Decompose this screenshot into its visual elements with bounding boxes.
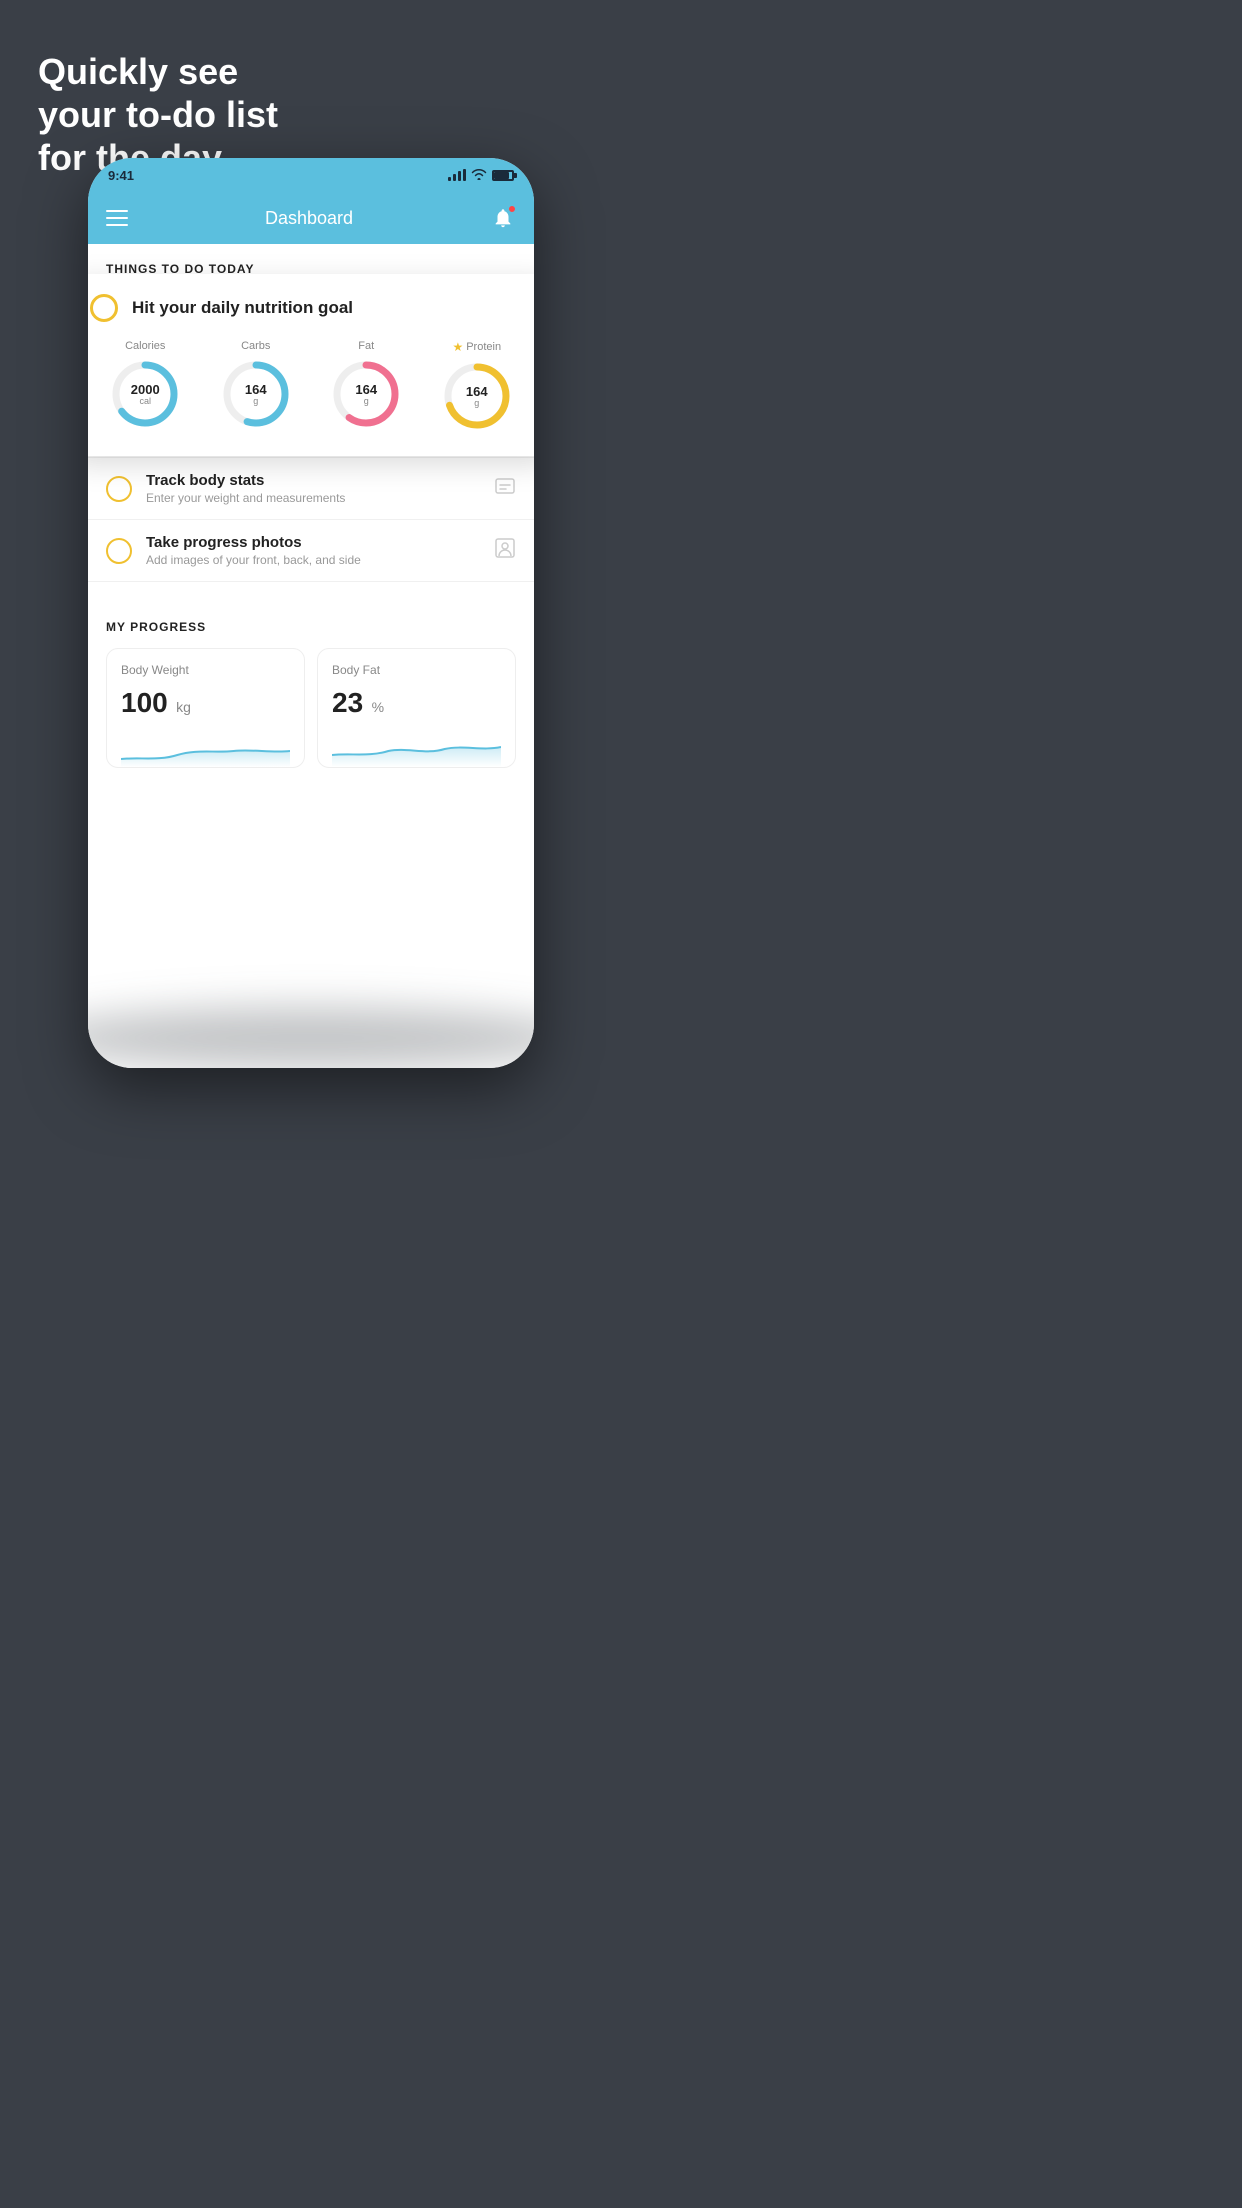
- nutrition-calories: Calories 2000 cal: [109, 340, 181, 430]
- header-title: Dashboard: [265, 208, 353, 229]
- card-title: Hit your daily nutrition goal: [132, 298, 353, 318]
- body-weight-value-row: 100 kg: [121, 687, 290, 719]
- star-icon: ★: [452, 340, 463, 354]
- protein-value: 164: [466, 385, 488, 398]
- fat-donut: 164 g: [330, 358, 402, 430]
- fat-value: 164: [355, 383, 377, 396]
- nutrition-carbs: Carbs 164 g: [220, 340, 292, 430]
- status-time: 9:41: [108, 168, 134, 183]
- body-fat-value-row: 23 %: [332, 687, 501, 719]
- body-weight-label: Body Weight: [121, 663, 290, 677]
- calories-value: 2000: [131, 383, 160, 396]
- scale-icon: [494, 475, 516, 503]
- calories-label: Calories: [125, 340, 165, 352]
- protein-label: ★ Protein: [452, 340, 501, 354]
- fat-label: Fat: [358, 340, 374, 352]
- status-bar: 9:41: [88, 158, 534, 192]
- notification-button[interactable]: [490, 205, 516, 231]
- nutrition-protein: ★ Protein 164 g: [441, 340, 513, 432]
- todo-body-stats[interactable]: Track body stats Enter your weight and m…: [88, 458, 534, 520]
- body-fat-chart: [332, 731, 501, 767]
- body-fat-label: Body Fat: [332, 663, 501, 677]
- nutrition-fat: Fat 164 g: [330, 340, 402, 430]
- body-fat-value: 23: [332, 687, 363, 718]
- carbs-donut: 164 g: [220, 358, 292, 430]
- nutrition-row: Calories 2000 cal Carbs: [90, 340, 532, 432]
- photos-checkbox[interactable]: [106, 538, 132, 564]
- body-weight-value: 100: [121, 687, 168, 718]
- card-checkbox[interactable]: [90, 294, 118, 322]
- body-weight-unit: kg: [176, 699, 191, 715]
- menu-button[interactable]: [106, 210, 128, 226]
- calories-donut: 2000 cal: [109, 358, 181, 430]
- app-content: THINGS TO DO TODAY Hit your daily nutrit…: [88, 244, 534, 1068]
- status-icons: [448, 168, 514, 183]
- body-stats-checkbox[interactable]: [106, 476, 132, 502]
- app-header: Dashboard: [88, 192, 534, 244]
- progress-cards: Body Weight 100 kg: [106, 648, 516, 768]
- body-stats-title: Track body stats: [146, 472, 480, 489]
- person-icon: [494, 537, 516, 565]
- body-fat-unit: %: [372, 699, 384, 715]
- todo-progress-photos[interactable]: Take progress photos Add images of your …: [88, 520, 534, 582]
- carbs-value: 164: [245, 383, 267, 396]
- notification-badge: [508, 205, 516, 213]
- protein-donut: 164 g: [441, 360, 513, 432]
- progress-section: MY PROGRESS Body Weight 100 kg: [88, 602, 534, 768]
- battery-icon: [492, 170, 514, 181]
- body-weight-chart: [121, 731, 290, 767]
- photos-subtitle: Add images of your front, back, and side: [146, 553, 480, 567]
- body-weight-card[interactable]: Body Weight 100 kg: [106, 648, 305, 768]
- progress-title: MY PROGRESS: [106, 620, 516, 634]
- card-shadow: [88, 1008, 534, 1068]
- wifi-icon: [471, 168, 487, 183]
- body-fat-card[interactable]: Body Fat 23 %: [317, 648, 516, 768]
- body-stats-subtitle: Enter your weight and measurements: [146, 491, 480, 505]
- photos-title: Take progress photos: [146, 534, 480, 551]
- signal-icon: [448, 169, 466, 181]
- phone-frame: 9:41 Dashboard: [88, 158, 534, 1068]
- carbs-label: Carbs: [241, 340, 270, 352]
- nutrition-card: Hit your daily nutrition goal Calories 2…: [88, 274, 534, 456]
